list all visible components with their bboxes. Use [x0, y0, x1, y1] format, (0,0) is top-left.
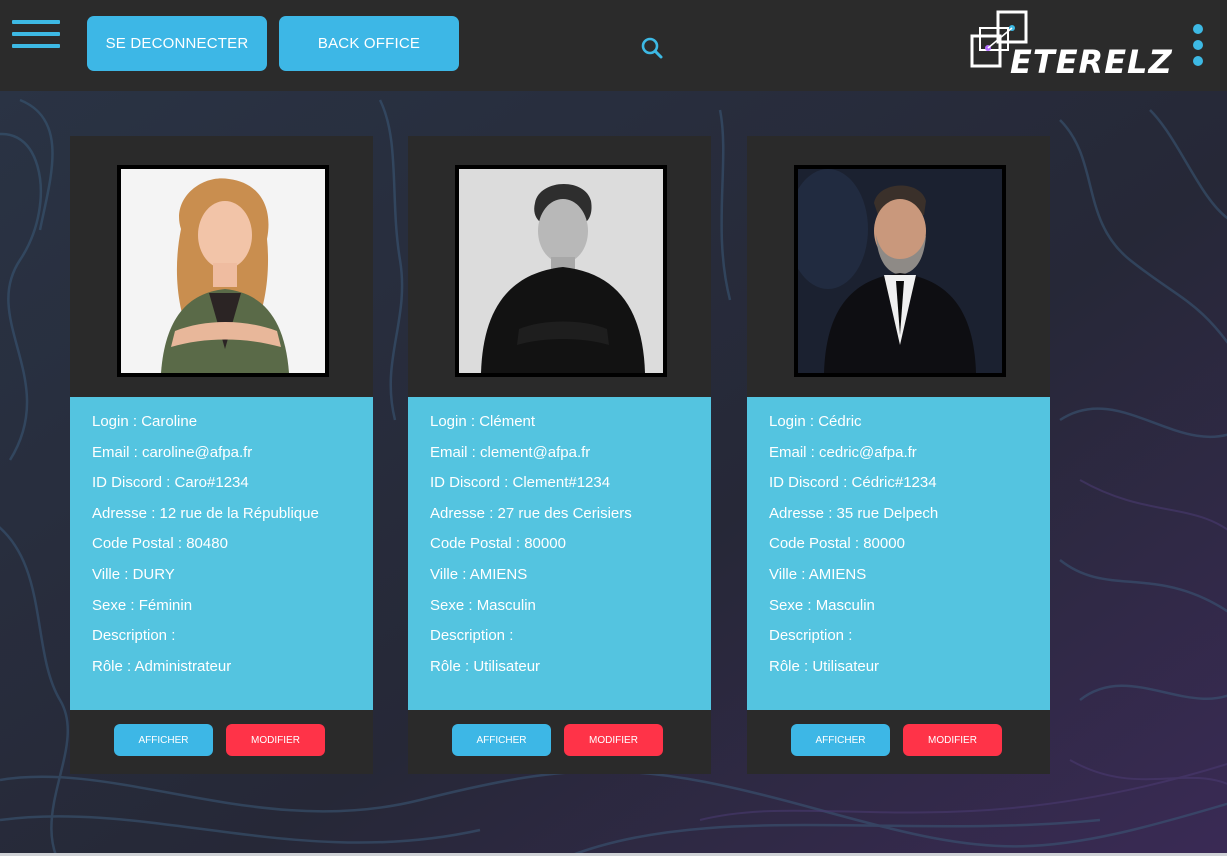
portrait-caroline: [121, 169, 325, 373]
portrait-cedric: [798, 169, 1002, 373]
city-text: Ville : DURY: [92, 565, 175, 583]
user-info-panel: Login : Clément Email : clement@afpa.fr …: [408, 397, 711, 710]
edit-button[interactable]: MODIFIER: [226, 724, 325, 756]
address-text: Adresse : 12 rue de la République: [92, 504, 319, 522]
description-text: Description :: [769, 627, 853, 645]
show-button[interactable]: AFFICHER: [114, 724, 213, 756]
hamburger-menu-icon[interactable]: [12, 20, 60, 50]
sex-text: Sexe : Masculin: [769, 596, 875, 614]
show-button[interactable]: AFFICHER: [452, 724, 551, 756]
discord-id-text: ID Discord : Cédric#1234: [769, 474, 937, 492]
postal-code-text: Code Postal : 80000: [769, 535, 905, 553]
more-vertical-icon[interactable]: [1190, 24, 1206, 68]
portrait-clement: [459, 169, 663, 373]
address-text: Adresse : 35 rue Delpech: [769, 504, 939, 522]
logout-button[interactable]: SE DECONNECTER: [87, 16, 267, 71]
user-info-panel: Login : Cédric Email : cedric@afpa.fr ID…: [747, 397, 1050, 710]
postal-code-text: Code Postal : 80480: [92, 535, 228, 553]
discord-id-text: ID Discord : Clement#1234: [430, 474, 611, 492]
email-text: Email : cedric@afpa.fr: [769, 443, 917, 461]
user-card-clement: Login : Clément Email : clement@afpa.fr …: [408, 136, 711, 774]
user-card-caroline: Login : Caroline Email : caroline@afpa.f…: [70, 136, 373, 774]
discord-id-text: ID Discord : Caro#1234: [92, 474, 249, 492]
login-text: Login : Cédric: [769, 413, 862, 430]
profile-photo: [117, 165, 329, 377]
postal-code-text: Code Postal : 80000: [430, 535, 566, 553]
description-text: Description :: [92, 627, 176, 645]
sex-text: Sexe : Féminin: [92, 596, 193, 614]
eterelz-logo[interactable]: ETERELZ: [970, 10, 1172, 78]
city-text: Ville : AMIENS: [430, 565, 528, 583]
edit-button[interactable]: MODIFIER: [564, 724, 663, 756]
edit-button[interactable]: MODIFIER: [903, 724, 1002, 756]
role-text: Rôle : Utilisateur: [430, 657, 541, 675]
profile-photo: [794, 165, 1006, 377]
profile-photo: [455, 165, 667, 377]
email-text: Email : caroline@afpa.fr: [92, 443, 253, 461]
login-text: Login : Caroline: [92, 413, 198, 430]
logo-text: ETERELZ: [1010, 43, 1173, 81]
sex-text: Sexe : Masculin: [430, 596, 536, 614]
login-text: Login : Clément: [430, 413, 536, 430]
user-info-panel: Login : Caroline Email : caroline@afpa.f…: [70, 397, 373, 710]
description-text: Description :: [430, 627, 514, 645]
role-text: Rôle : Administrateur: [92, 657, 232, 675]
search-icon[interactable]: [640, 36, 664, 60]
address-text: Adresse : 27 rue des Cerisiers: [430, 504, 632, 522]
role-text: Rôle : Utilisateur: [769, 657, 880, 675]
top-navigation-bar: SE DECONNECTER BACK OFFICE ETERELZ: [0, 0, 1227, 91]
back-office-button[interactable]: BACK OFFICE: [279, 16, 459, 71]
user-card-cedric: Login : Cédric Email : cedric@afpa.fr ID…: [747, 136, 1050, 774]
email-text: Email : clement@afpa.fr: [430, 443, 591, 461]
city-text: Ville : AMIENS: [769, 565, 867, 583]
show-button[interactable]: AFFICHER: [791, 724, 890, 756]
